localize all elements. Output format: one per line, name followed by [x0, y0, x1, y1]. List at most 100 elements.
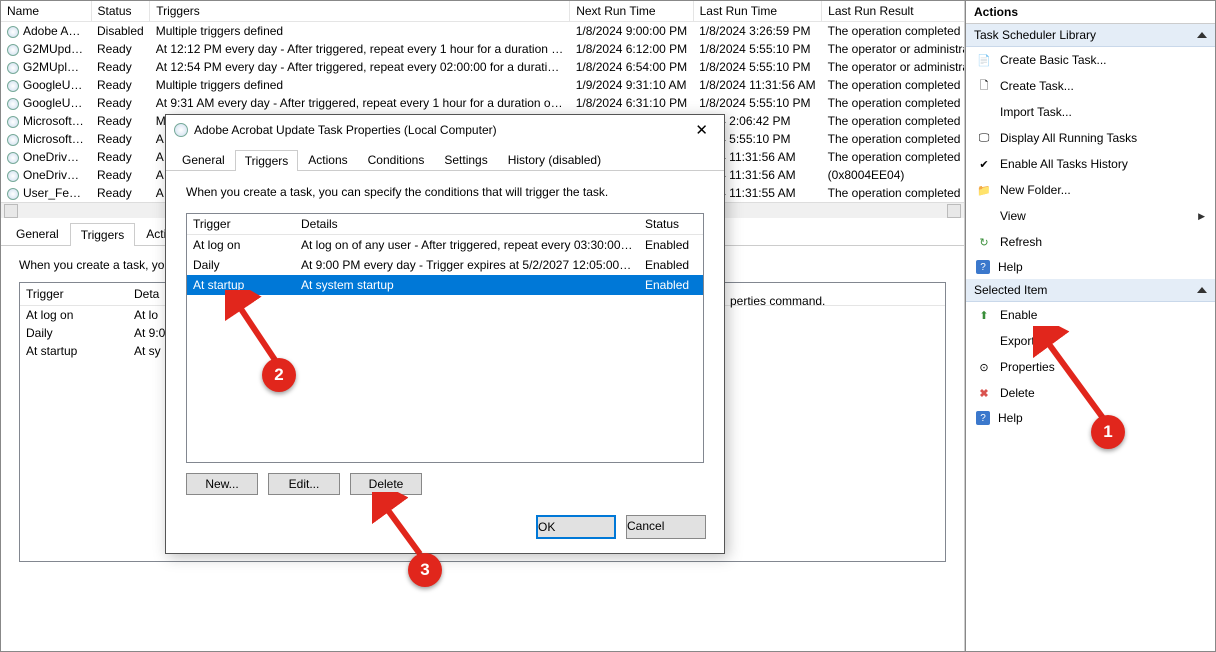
dialog-title-text: Adobe Acrobat Update Task Properties (Lo…: [194, 123, 497, 137]
dlg-tab-settings[interactable]: Settings: [434, 149, 497, 170]
clock-icon: [174, 123, 188, 137]
collapse-icon: [1197, 287, 1207, 293]
dlg-tab-triggers[interactable]: Triggers: [235, 150, 299, 171]
action-view[interactable]: View ▶: [966, 203, 1215, 229]
section-library-label: Task Scheduler Library: [974, 28, 1096, 42]
submenu-arrow-icon: ▶: [1198, 211, 1205, 222]
action-help[interactable]: ? Help: [966, 255, 1215, 279]
action-icon: [976, 104, 992, 120]
trigger-row[interactable]: DailyAt 9:00 PM every day - Trigger expi…: [187, 255, 703, 275]
action-icon: [976, 208, 992, 224]
action-icon: 📄: [976, 52, 992, 68]
action-label: Refresh: [1000, 235, 1042, 249]
action-label: Enable All Tasks History: [1000, 157, 1128, 171]
action-label: New Folder...: [1000, 183, 1071, 197]
action-label: Help: [998, 260, 1023, 274]
col-triggers[interactable]: Triggers: [150, 1, 570, 22]
trigger-row[interactable]: At log onAt log on of any user - After t…: [187, 235, 703, 255]
task-row[interactable]: Adobe Acrob...DisabledMultiple triggers …: [1, 22, 964, 41]
task-row[interactable]: GoogleUpda...ReadyMultiple triggers defi…: [1, 76, 964, 94]
action-delete[interactable]: ✖Delete: [966, 380, 1215, 406]
task-icon: [7, 62, 19, 74]
new-button[interactable]: New...: [186, 473, 258, 495]
action-icon: ⬆: [976, 307, 992, 323]
trigger-listbox[interactable]: Trigger Details Status At log onAt log o…: [186, 213, 704, 463]
trigger-row[interactable]: At startupAt system startupEnabled: [187, 275, 703, 295]
action-display-all-running-tasks[interactable]: 🖵 Display All Running Tasks: [966, 125, 1215, 151]
task-icon: [7, 170, 19, 182]
action-refresh[interactable]: ↻ Refresh: [966, 229, 1215, 255]
dialog-tab-strip: GeneralTriggersActionsConditionsSettings…: [166, 145, 724, 171]
annotation-bubble-2: 2: [262, 358, 296, 392]
col-trigger[interactable]: Trigger: [187, 214, 295, 234]
action-properties[interactable]: ⊙ Properties: [966, 354, 1215, 380]
action-icon: 📁: [976, 182, 992, 198]
col-status[interactable]: Status: [91, 1, 150, 22]
dialog-description: When you create a task, you can specify …: [186, 185, 704, 199]
task-icon: [7, 116, 19, 128]
tab-general[interactable]: General: [5, 222, 70, 245]
col-last-run-result[interactable]: Last Run Result: [822, 1, 964, 22]
action-icon: [976, 333, 992, 349]
task-icon: [7, 134, 19, 146]
action-label: Properties: [1000, 360, 1055, 374]
action-create-basic-task[interactable]: 📄 Create Basic Task...: [966, 47, 1215, 73]
col-trigger[interactable]: Trigger: [20, 283, 128, 305]
task-icon: [7, 98, 19, 110]
dlg-tab-actions[interactable]: Actions: [298, 149, 357, 170]
task-row[interactable]: G2MUpdate...ReadyAt 12:12 PM every day -…: [1, 40, 964, 58]
col-last-run-time[interactable]: Last Run Time: [693, 1, 822, 22]
dialog-titlebar[interactable]: Adobe Acrobat Update Task Properties (Lo…: [166, 115, 724, 145]
tab-triggers[interactable]: Triggers: [70, 223, 136, 246]
action-icon: ✔: [976, 156, 992, 172]
action-create-task[interactable]: 🗋Create Task...: [966, 73, 1215, 99]
action-icon: ?: [976, 260, 990, 274]
action-label: Enable: [1000, 308, 1037, 322]
cancel-button[interactable]: Cancel: [626, 515, 706, 539]
col-next-run-time[interactable]: Next Run Time: [570, 1, 693, 22]
section-library[interactable]: Task Scheduler Library: [966, 24, 1215, 47]
action-enable-all-tasks-history[interactable]: ✔ Enable All Tasks History: [966, 151, 1215, 177]
action-label: Create Basic Task...: [1000, 53, 1107, 67]
action-new-folder[interactable]: 📁 New Folder...: [966, 177, 1215, 203]
action-help[interactable]: ? Help: [966, 406, 1215, 430]
action-label: Export...: [1000, 334, 1045, 348]
col-details[interactable]: Details: [295, 214, 639, 234]
ok-button[interactable]: OK: [536, 515, 616, 539]
truncated-text: perties command.: [730, 294, 825, 308]
action-label: Import Task...: [1000, 105, 1072, 119]
task-icon: [7, 44, 19, 56]
action-icon: ?: [976, 411, 990, 425]
delete-button[interactable]: Delete: [350, 473, 422, 495]
annotation-bubble-1: 1: [1091, 415, 1125, 449]
action-label: Help: [998, 411, 1023, 425]
edit-button[interactable]: Edit...: [268, 473, 340, 495]
section-selected-label: Selected Item: [974, 283, 1047, 297]
task-icon: [7, 80, 19, 92]
task-row[interactable]: G2MUpload...ReadyAt 12:54 PM every day -…: [1, 58, 964, 76]
action-icon: ↻: [976, 234, 992, 250]
action-export[interactable]: Export...: [966, 328, 1215, 354]
col-name[interactable]: Name: [1, 1, 91, 22]
action-icon: 🗋: [976, 78, 992, 94]
task-icon: [7, 188, 19, 200]
action-icon: ⊙: [976, 359, 992, 375]
dlg-tab-general[interactable]: General: [172, 149, 235, 170]
annotation-bubble-3: 3: [408, 553, 442, 587]
dlg-tab-history[interactable]: History (disabled): [498, 149, 611, 170]
actions-header: Actions: [966, 1, 1215, 24]
properties-dialog: Adobe Acrobat Update Task Properties (Lo…: [165, 114, 725, 554]
task-row[interactable]: GoogleUpda...ReadyAt 9:31 AM every day -…: [1, 94, 964, 112]
action-import-task[interactable]: Import Task...: [966, 99, 1215, 125]
action-icon: 🖵: [976, 130, 992, 146]
actions-pane: Actions Task Scheduler Library 📄 Create B…: [965, 1, 1215, 651]
dlg-tab-conditions[interactable]: Conditions: [358, 149, 435, 170]
action-label: View: [1000, 209, 1026, 223]
close-button[interactable]: ✕: [687, 121, 716, 139]
action-label: Display All Running Tasks: [1000, 131, 1137, 145]
col-status[interactable]: Status: [639, 214, 703, 234]
action-enable[interactable]: ⬆ Enable: [966, 302, 1215, 328]
task-icon: [7, 26, 19, 38]
section-selected[interactable]: Selected Item: [966, 279, 1215, 302]
action-label: Delete: [1000, 386, 1035, 400]
